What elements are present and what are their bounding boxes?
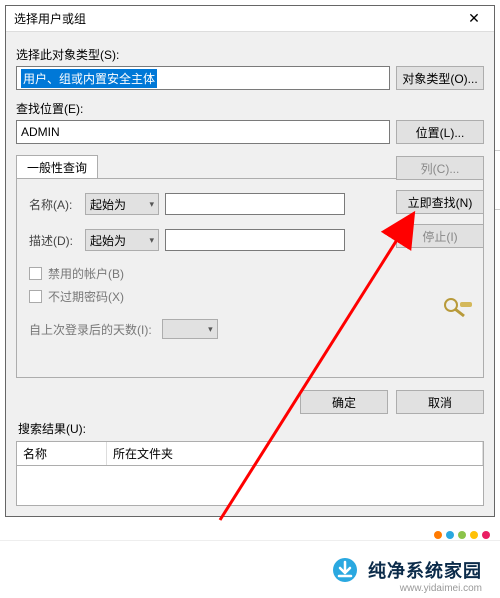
desc-label: 描述(D): [29, 232, 79, 249]
name-label: 名称(A): [29, 196, 79, 213]
titlebar: 选择用户或组 ✕ [6, 6, 494, 32]
desc-match-value: 起始为 [90, 232, 126, 249]
nonexpiring-password-label: 不过期密码(X) [48, 288, 124, 305]
locations-button[interactable]: 位置(L)... [396, 120, 484, 144]
footer-dots [340, 531, 500, 547]
location-value: ADMIN [21, 125, 60, 139]
chevron-down-icon: ▾ [149, 199, 154, 210]
days-since-logon-combo[interactable]: ▾ [162, 319, 218, 339]
key-search-icon [442, 296, 476, 318]
desc-input[interactable] [165, 229, 345, 251]
stop-button[interactable]: 停止(I) [396, 224, 484, 248]
right-button-column: 列(C)... 立即查找(N) 停止(I) [396, 156, 484, 248]
footer-url: www.yidaimei.com [400, 583, 482, 594]
results-list[interactable] [16, 466, 484, 506]
tab-common-queries[interactable]: 一般性查询 [16, 155, 98, 179]
name-match-combo[interactable]: 起始为 ▾ [85, 193, 159, 215]
columns-button[interactable]: 列(C)... [396, 156, 484, 180]
dialog-title: 选择用户或组 [14, 10, 86, 27]
location-label: 查找位置(E): [16, 100, 484, 117]
find-now-button[interactable]: 立即查找(N) [396, 190, 484, 214]
chevron-down-icon: ▾ [208, 324, 213, 335]
object-type-label: 选择此对象类型(S): [16, 46, 484, 63]
watermark-footer: 纯净系统家园 www.yidaimei.com [0, 540, 500, 598]
object-types-button[interactable]: 对象类型(O)... [396, 66, 484, 90]
results-col-folder[interactable]: 所在文件夹 [107, 442, 483, 465]
ok-button[interactable]: 确定 [300, 390, 388, 414]
close-icon: ✕ [468, 10, 480, 27]
location-input[interactable]: ADMIN [16, 120, 390, 144]
dialog-select-user-or-group: 选择用户或组 ✕ 选择此对象类型(S): 用户、组或内置安全主体 对象类型(O)… [5, 5, 495, 517]
results-header: 名称 所在文件夹 [16, 441, 484, 466]
object-type-input[interactable]: 用户、组或内置安全主体 [16, 66, 390, 90]
disabled-accounts-checkbox[interactable] [29, 267, 42, 280]
footer-logo-icon [332, 557, 358, 583]
cancel-button[interactable]: 取消 [396, 390, 484, 414]
results-label: 搜索结果(U): [18, 420, 484, 437]
desc-match-combo[interactable]: 起始为 ▾ [85, 229, 159, 251]
chevron-down-icon: ▾ [149, 235, 154, 246]
nonexpiring-password-checkbox[interactable] [29, 290, 42, 303]
disabled-accounts-label: 禁用的帐户(B) [48, 265, 124, 282]
results-col-name[interactable]: 名称 [17, 442, 107, 465]
dialog-body: 选择此对象类型(S): 用户、组或内置安全主体 对象类型(O)... 查找位置(… [6, 32, 494, 516]
name-input[interactable] [165, 193, 345, 215]
name-match-value: 起始为 [90, 196, 126, 213]
days-since-logon-label: 自上次登录后的天数(I): [29, 321, 152, 338]
footer-brand: 纯净系统家园 [368, 557, 482, 583]
object-type-value: 用户、组或内置安全主体 [21, 69, 157, 88]
close-button[interactable]: ✕ [454, 6, 494, 32]
